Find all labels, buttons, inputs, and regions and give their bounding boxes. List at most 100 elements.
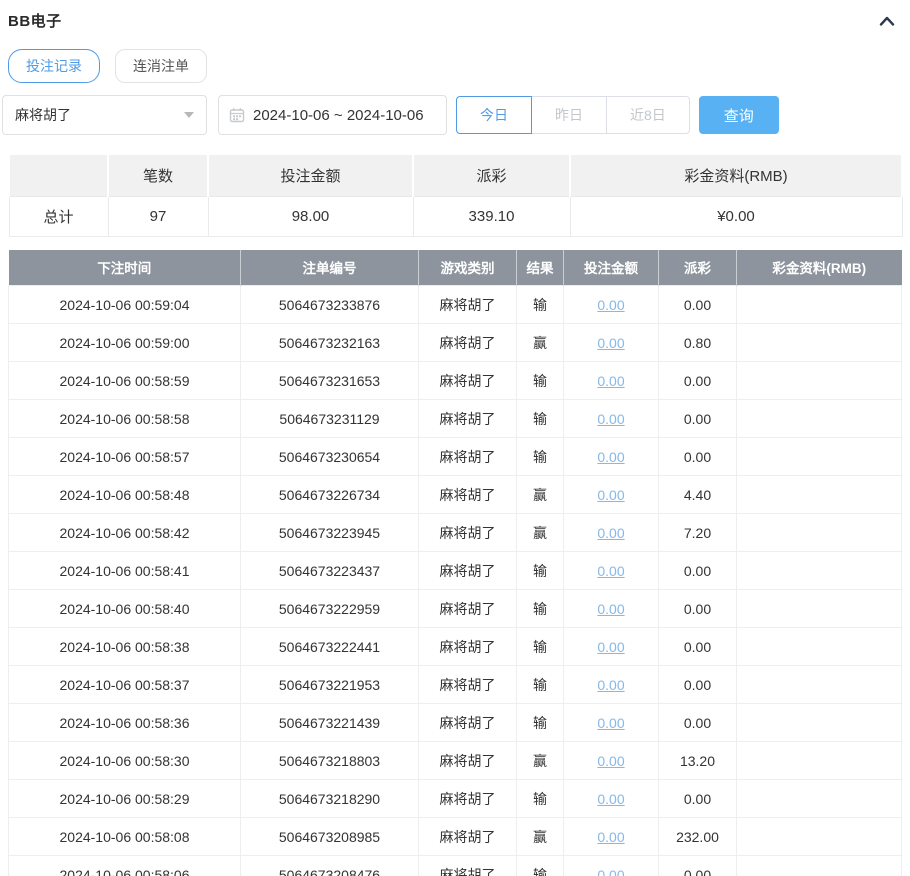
order-id-cell: 5064673232163 (241, 324, 419, 362)
bet-amount-link[interactable]: 0.00 (597, 867, 624, 876)
filter-bar: 麻将胡了 2024-10-06 ~ 2024-10-06 今日 昨 (2, 95, 910, 135)
bet-amount-link[interactable]: 0.00 (597, 373, 624, 389)
bet-time-cell: 2024-10-06 00:58:37 (9, 666, 241, 704)
result-cell: 输 (517, 704, 564, 742)
result-cell: 赢 (517, 324, 564, 362)
bet-amount-link[interactable]: 0.00 (597, 297, 624, 313)
summary-total-payout: 339.10 (413, 196, 570, 236)
bet-time-cell: 2024-10-06 00:58:48 (9, 476, 241, 514)
payout-cell: 4.40 (659, 476, 737, 514)
tab-label: 连消注单 (133, 56, 189, 76)
payout-cell: 0.00 (659, 286, 737, 324)
tab-cancelled-orders[interactable]: 连消注单 (115, 49, 207, 83)
order-id-cell: 5064673222959 (241, 590, 419, 628)
result-cell: 输 (517, 400, 564, 438)
bonus-cell (737, 438, 902, 476)
result-cell: 输 (517, 590, 564, 628)
payout-cell: 0.00 (659, 400, 737, 438)
game-type-cell: 麻将胡了 (419, 286, 517, 324)
game-type-cell: 麻将胡了 (419, 856, 517, 876)
bet-amount-link[interactable]: 0.00 (597, 715, 624, 731)
summary-header-row: 笔数 投注金额 派彩 彩金资料(RMB) (9, 154, 902, 196)
payout-cell: 232.00 (659, 818, 737, 856)
game-type-select-value: 麻将胡了 (15, 105, 71, 125)
bet-amount-link[interactable]: 0.00 (597, 677, 624, 693)
order-id-cell: 5064673226734 (241, 476, 419, 514)
bet-amount-link[interactable]: 0.00 (597, 639, 624, 655)
col-bet-time: 下注时间 (9, 250, 241, 286)
table-row: 2024-10-06 00:58:415064673223437麻将胡了输0.0… (9, 552, 902, 590)
bet-amount-cell: 0.00 (564, 818, 659, 856)
bet-time-cell: 2024-10-06 00:58:29 (9, 780, 241, 818)
bonus-cell (737, 590, 902, 628)
bet-amount-cell: 0.00 (564, 400, 659, 438)
bet-amount-cell: 0.00 (564, 780, 659, 818)
bonus-cell (737, 552, 902, 590)
payout-cell: 0.00 (659, 704, 737, 742)
bonus-cell (737, 856, 902, 876)
payout-cell: 7.20 (659, 514, 737, 552)
chevron-down-icon (184, 112, 194, 118)
bet-amount-link[interactable]: 0.00 (597, 487, 624, 503)
quick-range-today[interactable]: 今日 (456, 96, 532, 134)
table-row: 2024-10-06 00:58:485064673226734麻将胡了赢0.0… (9, 476, 902, 514)
result-cell: 输 (517, 856, 564, 876)
summary-total-bet-amount: 98.00 (208, 196, 413, 236)
bet-amount-link[interactable]: 0.00 (597, 753, 624, 769)
game-type-cell: 麻将胡了 (419, 362, 517, 400)
quick-range-label: 昨日 (555, 105, 583, 125)
order-id-cell: 5064673223945 (241, 514, 419, 552)
bet-amount-link[interactable]: 0.00 (597, 563, 624, 579)
bonus-cell (737, 780, 902, 818)
table-row: 2024-10-06 00:58:585064673231129麻将胡了输0.0… (9, 400, 902, 438)
result-cell: 输 (517, 362, 564, 400)
date-range-input[interactable]: 2024-10-06 ~ 2024-10-06 (218, 95, 447, 135)
tab-bet-records[interactable]: 投注记录 (8, 49, 100, 83)
order-id-cell: 5064673218290 (241, 780, 419, 818)
table-row: 2024-10-06 00:58:405064673222959麻将胡了输0.0… (9, 590, 902, 628)
game-type-select[interactable]: 麻将胡了 (2, 95, 207, 135)
bet-time-cell: 2024-10-06 00:58:41 (9, 552, 241, 590)
records-body: 2024-10-06 00:59:045064673233876麻将胡了输0.0… (9, 286, 902, 876)
order-id-cell: 5064673221953 (241, 666, 419, 704)
bet-amount-link[interactable]: 0.00 (597, 411, 624, 427)
bet-amount-link[interactable]: 0.00 (597, 335, 624, 351)
result-cell: 赢 (517, 818, 564, 856)
col-payout: 派彩 (659, 250, 737, 286)
game-type-cell: 麻将胡了 (419, 666, 517, 704)
order-id-cell: 5064673218803 (241, 742, 419, 780)
query-button[interactable]: 查询 (699, 96, 779, 134)
result-cell: 赢 (517, 476, 564, 514)
bet-amount-cell: 0.00 (564, 514, 659, 552)
bet-amount-cell: 0.00 (564, 590, 659, 628)
table-row: 2024-10-06 00:58:595064673231653麻将胡了输0.0… (9, 362, 902, 400)
payout-cell: 13.20 (659, 742, 737, 780)
bet-amount-link[interactable]: 0.00 (597, 791, 624, 807)
order-id-cell: 5064673231653 (241, 362, 419, 400)
table-row: 2024-10-06 00:58:385064673222441麻将胡了输0.0… (9, 628, 902, 666)
bet-amount-cell: 0.00 (564, 552, 659, 590)
table-row: 2024-10-06 00:58:425064673223945麻将胡了赢0.0… (9, 514, 902, 552)
table-row: 2024-10-06 00:59:045064673233876麻将胡了输0.0… (9, 286, 902, 324)
bet-amount-cell: 0.00 (564, 628, 659, 666)
bet-amount-link[interactable]: 0.00 (597, 525, 624, 541)
bet-amount-link[interactable]: 0.00 (597, 829, 624, 845)
quick-range-last8days[interactable]: 近8日 (606, 96, 690, 134)
chevron-up-icon (878, 14, 896, 28)
bet-amount-link[interactable]: 0.00 (597, 601, 624, 617)
payout-cell: 0.80 (659, 324, 737, 362)
bonus-cell (737, 476, 902, 514)
collapse-panel-button[interactable] (878, 14, 896, 28)
bet-time-cell: 2024-10-06 00:59:04 (9, 286, 241, 324)
summary-col-payout: 派彩 (413, 154, 570, 196)
bet-time-cell: 2024-10-06 00:58:38 (9, 628, 241, 666)
table-row: 2024-10-06 00:58:085064673208985麻将胡了赢0.0… (9, 818, 902, 856)
bet-amount-link[interactable]: 0.00 (597, 449, 624, 465)
payout-cell: 0.00 (659, 552, 737, 590)
game-type-cell: 麻将胡了 (419, 590, 517, 628)
tab-label: 投注记录 (26, 56, 82, 76)
bonus-cell (737, 742, 902, 780)
quick-range-yesterday[interactable]: 昨日 (531, 96, 607, 134)
result-cell: 输 (517, 438, 564, 476)
bet-time-cell: 2024-10-06 00:58:58 (9, 400, 241, 438)
